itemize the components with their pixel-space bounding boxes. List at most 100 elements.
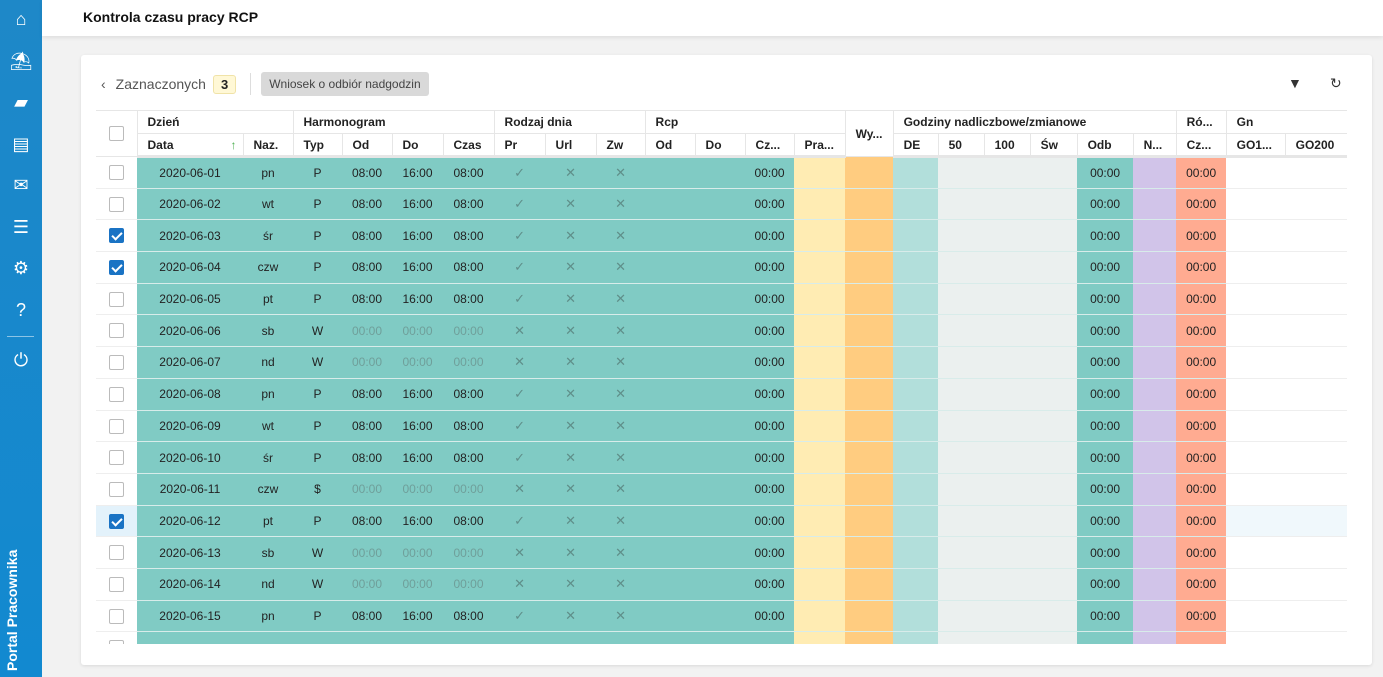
table-row[interactable]: 2020-06-12 pt P 08:00 16:00 08:00 ✓ ✕ ✕ … [96,505,1347,538]
cell-50 [938,568,985,601]
cell-rcp-to [695,283,746,316]
col-time[interactable]: Czas [443,133,495,158]
cell-100 [984,473,1031,506]
time-table: Dzień Harmonogram Rodzaj dnia Rcp Wy... … [96,110,1347,644]
table-row[interactable]: 2020-06-06 sb W 00:00 00:00 00:00 ✕ ✕ ✕ … [96,314,1347,348]
col-100[interactable]: 100 [984,133,1031,158]
table-row[interactable]: 2020-06-08 pn P 08:00 16:00 08:00 ✓ ✕ ✕ … [96,378,1347,411]
cell-de [893,441,939,474]
cell-50 [938,441,985,474]
filter-icon[interactable]: ▼ [1288,75,1302,91]
table-row[interactable]: 2020-06-02 wt P 08:00 16:00 08:00 ✓ ✕ ✕ … [96,188,1347,221]
col-50[interactable]: 50 [938,133,985,158]
table-row[interactable]: 2020-06-05 pt P 08:00 16:00 08:00 ✓ ✕ ✕ … [96,283,1347,316]
row-checkbox[interactable] [109,418,124,434]
cell [443,631,495,644]
cell-rcp-to [695,251,746,284]
col-sw[interactable]: Św [1030,133,1078,158]
power-icon[interactable]: ⏻ [0,350,42,370]
cell-to: 16:00 [392,378,444,411]
table-row[interactable]: 2020-06-14 nd W 00:00 00:00 00:00 ✕ ✕ ✕ … [96,568,1347,601]
col-zw[interactable]: Zw [596,133,646,158]
cell-go1 [1226,188,1286,221]
col-go1[interactable]: GO1... [1226,133,1286,158]
table-row[interactable]: 2020-06-04 czw P 08:00 16:00 08:00 ✓ ✕ ✕… [96,251,1347,284]
list-icon[interactable]: ☰ [0,217,42,237]
table-row[interactable]: 2020-06-09 wt P 08:00 16:00 08:00 ✓ ✕ ✕ … [96,410,1347,443]
row-checkbox[interactable] [109,260,124,276]
cell-rcp-from [645,600,696,633]
home-icon[interactable]: ⌂ [0,9,42,29]
row-checkbox[interactable] [109,165,124,180]
x-icon: ✕ [545,378,597,411]
row-checkbox[interactable] [109,196,124,212]
select-all-checkbox[interactable] [108,126,124,142]
cell-to: 00:00 [392,473,444,506]
gear-icon[interactable]: ⚙ [0,258,42,278]
col-rcp-from[interactable]: Od [645,133,696,158]
col-ro-cz[interactable]: Cz... [1176,133,1227,158]
row-checkbox[interactable] [109,355,124,371]
col-url[interactable]: Url [545,133,597,158]
col-n[interactable]: N... [1133,133,1177,158]
cell-go200 [1285,536,1347,569]
table-row[interactable]: 2020-06-11 czw $ 00:00 00:00 00:00 ✕ ✕ ✕… [96,473,1347,506]
cell-de [893,536,939,569]
inbox-icon[interactable]: ✉ [0,175,42,195]
row-checkbox[interactable] [109,608,124,624]
cell-rcp-to [695,219,746,253]
cell-go1 [1226,600,1286,633]
top-bar: Kontrola czasu pracy RCP [42,0,1383,36]
col-de[interactable]: DE [893,133,939,158]
cell-odb: 00:00 [1077,219,1134,253]
row-checkbox[interactable] [109,291,124,307]
col-odb[interactable]: Odb [1077,133,1134,158]
table-row[interactable]: 2020-06-10 śr P 08:00 16:00 08:00 ✓ ✕ ✕ … [96,441,1347,474]
refresh-icon[interactable]: ↻ [1330,75,1342,92]
row-checkbox[interactable] [109,576,124,592]
col-to[interactable]: Do [392,133,444,158]
cell-rcp-from [645,473,696,506]
row-checkbox[interactable] [109,481,124,497]
cell [293,631,343,644]
row-checkbox[interactable] [109,450,124,466]
cell-to: 16:00 [392,251,444,284]
cell-ro-cz: 00:00 [1176,410,1227,443]
wallet-icon[interactable]: ▰ [0,92,42,112]
table-row[interactable]: 2020-06-07 nd W 00:00 00:00 00:00 ✕ ✕ ✕ … [96,346,1347,379]
col-type[interactable]: Typ [293,133,343,158]
table-row[interactable]: 2020-06-13 sb W 00:00 00:00 00:00 ✕ ✕ ✕ … [96,536,1347,569]
col-pra[interactable]: Pra... [794,133,846,158]
cell-to: 00:00 [392,536,444,569]
col-wy[interactable]: Wy... [845,110,894,157]
row-checkbox[interactable] [109,228,124,244]
row-checkbox[interactable] [109,640,124,644]
cell-100 [984,600,1031,633]
cell-n [1133,251,1177,284]
table-row[interactable]: 2020-06-15 pn P 08:00 16:00 08:00 ✓ ✕ ✕ … [96,600,1347,633]
col-rcp-to[interactable]: Do [695,133,746,158]
table-row[interactable]: 2020-06-03 śr P 08:00 16:00 08:00 ✓ ✕ ✕ … [96,219,1347,253]
col-rcp-time[interactable]: Cz... [745,133,795,158]
row-checkbox[interactable] [109,386,124,402]
col-name[interactable]: Naz. [243,133,294,158]
table-row[interactable]: 2020-06-01 pn P 08:00 16:00 08:00 ✓ ✕ ✕ … [96,156,1347,189]
col-go200[interactable]: GO200 [1285,133,1347,158]
table-row-partial[interactable] [96,631,1347,644]
chevron-left-icon[interactable]: ‹ [101,76,106,92]
palm-tree-icon[interactable]: ⛱ [0,51,42,71]
row-checkbox[interactable] [109,513,124,529]
row-checkbox[interactable] [109,323,124,339]
cell-n [1133,188,1177,221]
overtime-request-button[interactable]: Wniosek o odbiór nadgodzin [261,72,429,96]
id-card-icon[interactable]: ▤ [0,134,42,154]
help-icon[interactable]: ? [0,300,42,320]
col-date[interactable]: Data ↑ [137,133,244,158]
col-pr[interactable]: Pr [494,133,546,158]
cell-time: 08:00 [443,283,495,316]
cell-n [1133,219,1177,253]
cell-rcp-to [695,346,746,379]
row-checkbox[interactable] [109,545,124,561]
sort-asc-icon[interactable]: ↑ [231,138,237,152]
col-from[interactable]: Od [342,133,393,158]
